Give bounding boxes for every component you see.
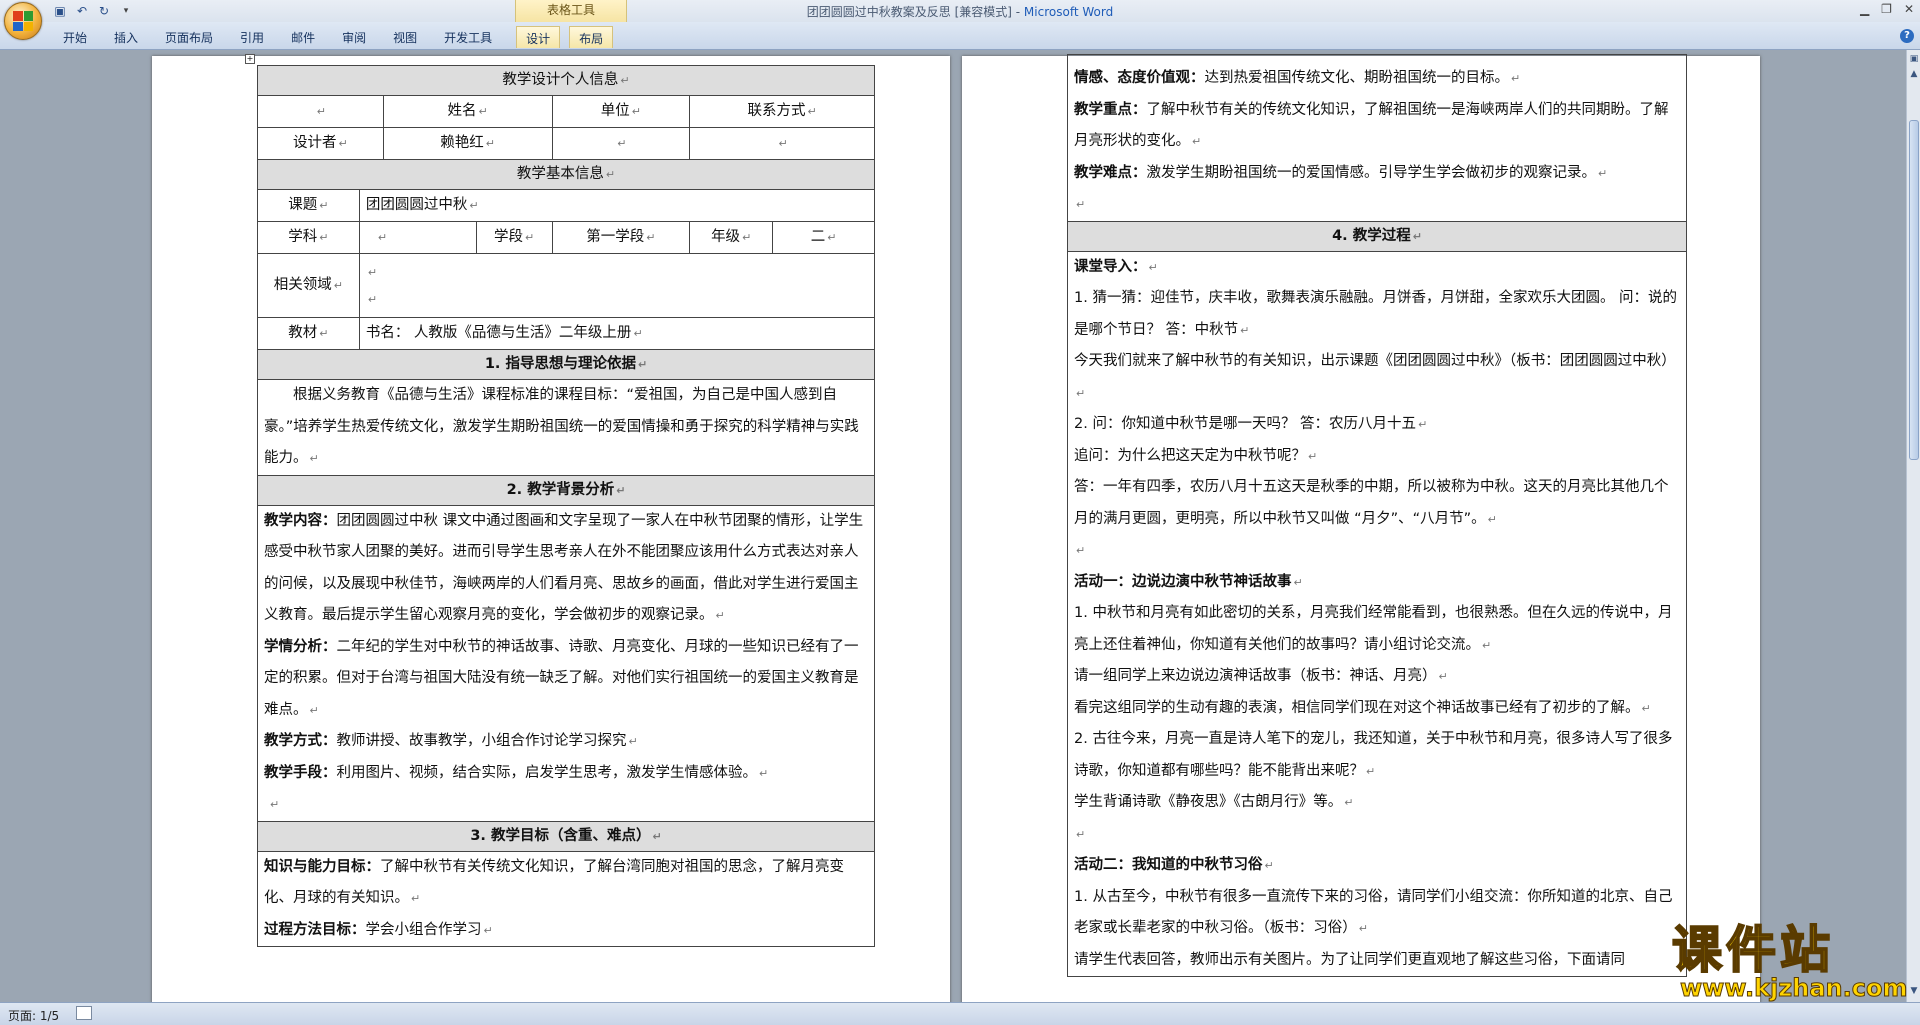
proofing-icon[interactable] [76,1006,92,1020]
ribbon-bar: 开始 插入 页面布局 引用 邮件 审阅 视图 开发工具 设计 布局 ? [0,22,1920,50]
process-paragraph: 1. 猜一猜：迎佳节，庆丰收，歌舞表演乐融融。月饼香，月饼甜，全家欢乐大团圆。 … [1074,290,1678,338]
activity-1-heading: 活动一：边说边演中秋节神话故事 ↵ [1074,573,1303,590]
stage-label: 学段 ↵ [475,221,553,254]
status-bar: 页面: 1/5 [0,1002,1920,1025]
window-title: 团团圆圆过中秋教案及反思 [兼容模式] - Microsoft Word [0,3,1920,20]
grade-value[interactable]: 二 ↵ [772,221,875,254]
tab-insert[interactable]: 插入 [105,26,147,48]
tab-review[interactable]: 审阅 [333,26,375,48]
designer-label: 设计者 ↵ [257,127,384,160]
table-move-handle-icon[interactable]: + [245,54,255,64]
subject-value-cell[interactable]: ↵ [358,221,477,254]
field-value-cell[interactable]: ↵ ↵ [358,253,876,318]
contact-column-header: 联系方式 ↵ [689,95,875,128]
process-paragraph: 请一组同学上来边说边演神话故事（板书：神话、月亮） ↵ [1074,668,1448,684]
textbook-label: 教材 ↵ [257,317,360,350]
process-paragraph: 请学生代表回答，教师出示有关图片。为了让同学们更直观地了解这些习俗，下面请同 [1074,951,1625,968]
scroll-up-icon[interactable]: ▲ [1908,68,1920,80]
section-1-header: 1. 指导思想与理论依据 ↵ [257,349,875,380]
difficult-point-paragraph: 教学难点：激发学生期盼祖国统一的爱国情感。引导学生学会做初步的观察记录。 ↵ [1074,164,1608,181]
stage-value[interactable]: 第一学段 ↵ [551,221,691,254]
section-1-body[interactable]: 根据义务教育《品德与生活》课程标准的课程目标：“爱祖国，为自己是中国人感到自豪。… [257,379,875,476]
tab-page-layout[interactable]: 页面布局 [156,26,222,48]
tab-references[interactable]: 引用 [231,26,273,48]
process-paragraph: 答：一年有四季，农历八月十五这天是秋季的中期，所以被称为中秋。这天的月亮比其他几… [1074,479,1669,527]
unit-column-header: 单位 ↵ [551,95,691,128]
basic-info-header: 教学基本信息 ↵ [257,159,875,190]
contact-value-cell[interactable]: ↵ [689,127,875,160]
process-paragraph: 2. 问：你知道中秋节是哪一天吗？ 答：农历八月十五 ↵ [1074,416,1428,432]
document-page-1: + 教学设计个人信息 ↵ ↵ 姓名 ↵ 单位 ↵ 联系方式 ↵ 设计者 ↵ 赖艳红 ↵ ↵ … [152,54,950,1002]
process-paragraph: 看完这组同学的生动有趣的表演，相信同学们现在对这个神话故事已经有了初步的了解。 ↵ [1074,699,1651,716]
section-4-header: 4. 教学过程 ↵ [1067,220,1687,252]
page-count[interactable]: 页面: 1/5 [8,1007,59,1024]
office-button[interactable] [4,2,42,40]
activity-2-heading: 活动二：我知道的中秋节习俗 ↵ [1074,857,1274,873]
tab-mailings[interactable]: 邮件 [282,26,324,48]
lesson-process-table[interactable]: 情感、态度价值观：达到热爱祖国传统文化、期盼祖国统一的目标。 ↵ 教学重点：了解中… [1067,54,1687,977]
field-label: 相关领域 ↵ [257,253,360,318]
learner-analysis-paragraph: 学情分析：二年纪的学生对中秋节的神话故事、诗歌、月亮变化、月球的一些知识已经有了… [264,638,859,718]
document-title: 团团圆圆过中秋教案及反思 [兼容模式] - [806,5,1024,19]
process-paragraph: 1. 从古至今，中秋节有很多一直流传下来的习俗，请同学们小组交流：你所知道的北京… [1074,888,1673,937]
teaching-means-paragraph: 教学手段：利用图片、视频，结合实际，启发学生思考，激发学生情感体验。 ↵ [264,764,769,781]
process-paragraph: 学生背诵诗歌《静夜思》《古朗月行》等。 ↵ [1074,794,1354,810]
scrollbar-thumb[interactable] [1909,120,1919,460]
document-workspace: + 教学设计个人信息 ↵ ↵ 姓名 ↵ 单位 ↵ 联系方式 ↵ 设计者 ↵ 赖艳红 ↵ ↵ … [0,50,1906,1002]
scroll-down-icon[interactable]: ▼ [1908,985,1920,997]
help-icon[interactable]: ? [1900,29,1914,43]
vertical-scrollbar[interactable]: ▣ ▲ ▼ [1906,50,1920,1002]
window-controls: ▁ ❐ ✕ [1860,2,1914,16]
process-paragraph: 2. 古往今来，月亮一直是诗人笔下的宠儿，我还知道，关于中秋节和月亮，很多诗人写… [1074,731,1673,779]
lesson-info-table[interactable]: 教学设计个人信息 ↵ ↵ 姓名 ↵ 单位 ↵ 联系方式 ↵ 设计者 ↵ 赖艳红 ↵ ↵ ↵ … [257,65,876,947]
section-3-header: 3. 教学目标（含重、难点） ↵ [257,820,875,852]
office-logo-icon [13,11,33,31]
tab-home[interactable]: 开始 [54,26,96,48]
goals-continued-body[interactable]: 情感、态度价值观：达到热爱祖国传统文化、期盼祖国统一的目标。 ↵ 教学重点：了解中… [1067,54,1687,222]
grade-label: 年级 ↵ [689,221,774,254]
name-column-header: 姓名 ↵ [382,95,553,128]
tab-layout[interactable]: 布局 [569,26,614,48]
topic-value[interactable]: 团团圆圆过中秋 ↵ [358,189,876,222]
section-2-body[interactable]: 教学内容：团团圆圆过中秋 课文中通过图画和文字呈现了一家人在中秋节团聚的情形，让… [257,504,875,822]
tab-design[interactable]: 设计 [516,26,561,48]
app-name: Microsoft Word [1023,5,1114,19]
teaching-method-paragraph: 教学方式：教师讲授、故事教学，小组合作讨论学习探究 ↵ [264,733,638,749]
intro-heading: 课堂导入： ↵ [1074,258,1158,275]
section-3-body[interactable]: 知识与能力目标：了解中秋节有关传统文化知识，了解台湾同胞对祖国的思念，了解月亮变… [257,850,875,947]
unit-value-cell[interactable]: ↵ [551,127,691,160]
process-paragraph: 追问：为什么把这天定为中秋节呢？ ↵ [1074,447,1318,464]
process-paragraph: 1. 中秋节和月亮有如此密切的关系，月亮我们经常能看到，也很熟悉。但在久远的传说… [1074,605,1673,653]
process-goal-paragraph: 过程方法目标：学会小组合作学习 ↵ [264,921,493,938]
subject-label: 学科 ↵ [257,221,360,254]
empty-cell[interactable]: ↵ [257,95,384,128]
ruler-toggle-icon[interactable]: ▣ [1908,53,1920,65]
restore-icon[interactable]: ❐ [1881,2,1892,16]
process-paragraph: 今天我们就来了解中秋节的有关知识，出示课题《团团圆圆过中秋》（板书：团团圆圆过中… [1074,353,1676,400]
title-bar: ▣ ↶ ↻ ▾ 表格工具 团团圆圆过中秋教案及反思 [兼容模式] - Micro… [0,0,1920,40]
emotion-goal-paragraph: 情感、态度价值观：达到热爱祖国传统文化、期盼祖国统一的目标。 ↵ [1074,70,1521,86]
tab-developer[interactable]: 开发工具 [435,26,501,48]
teaching-content-paragraph: 教学内容：团团圆圆过中秋 课文中通过图画和文字呈现了一家人在中秋节团聚的情形，让… [264,512,864,624]
topic-label: 课题 ↵ [257,189,360,222]
tab-view[interactable]: 视图 [384,26,426,48]
key-point-paragraph: 教学重点：了解中秋节有关的传统文化知识，了解祖国统一是海峡两岸人们的共同期盼。了… [1074,101,1669,150]
minimize-icon[interactable]: ▁ [1860,2,1869,16]
document-page-2: 情感、态度价值观：达到热爱祖国传统文化、期盼祖国统一的目标。 ↵ 教学重点：了解中… [962,54,1760,1002]
textbook-value[interactable]: 书名： 人教版《品德与生活》二年级上册 ↵ [358,317,876,350]
ribbon-tabs: 开始 插入 页面布局 引用 邮件 审阅 视图 开发工具 设计 布局 [44,26,622,48]
section-4-body[interactable]: 课堂导入： ↵ 1. 猜一猜：迎佳节，庆丰收，歌舞表演乐融融。月饼香，月饼甜，全家… [1067,250,1687,977]
designer-name[interactable]: 赖艳红 ↵ [382,127,553,160]
personal-info-header: 教学设计个人信息 ↵ [257,65,875,96]
knowledge-goal-paragraph: 知识与能力目标：了解中秋节有关传统文化知识，了解台湾同胞对祖国的思念，了解月亮变… [264,858,844,907]
close-icon[interactable]: ✕ [1904,2,1914,16]
section-2-header: 2. 教学背景分析 ↵ [257,474,875,506]
